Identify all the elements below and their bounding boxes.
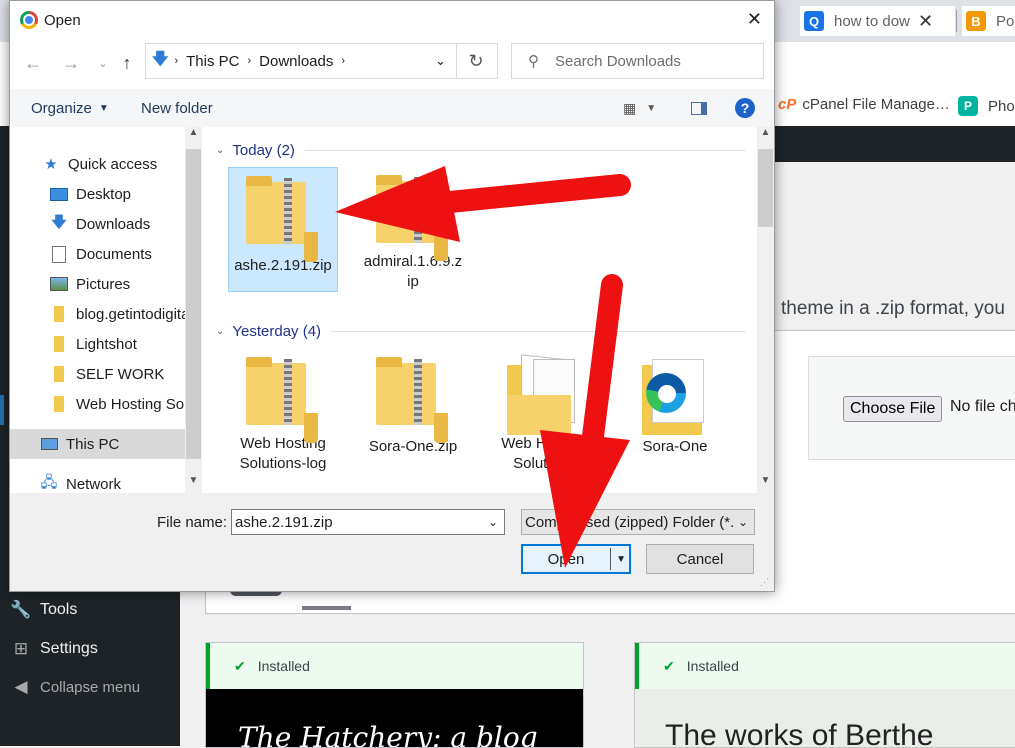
annotation-arrow-down (540, 274, 630, 568)
annotation-arrows (335, 166, 631, 568)
annotation-arrow-left (335, 166, 631, 242)
